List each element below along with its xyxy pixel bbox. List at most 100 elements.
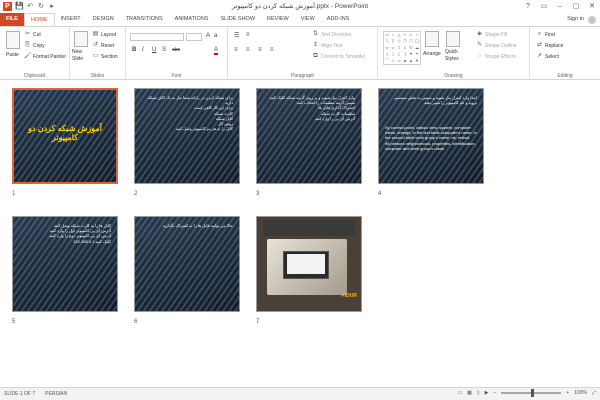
convert-to-smartart-button[interactable]: ⧉ Convert to SmartArt — [312, 53, 365, 60]
paste-button[interactable]: Paste — [6, 52, 19, 58]
normal-view-icon[interactable]: ▭ — [457, 390, 462, 396]
select-button[interactable]: ➚ Select — [536, 53, 559, 60]
slide-thumbnail-3[interactable]: وارد کنترل پنل شوید و بر روی گزینه شبکه … — [256, 88, 362, 184]
find-button[interactable]: ⌕ Find — [536, 31, 555, 38]
tab-transitions[interactable]: TRANSITIONS — [120, 13, 169, 26]
zoom-slider[interactable] — [501, 389, 562, 397]
save-icon[interactable]: 💾 — [15, 3, 24, 11]
grow-font-icon[interactable]: A — [206, 33, 210, 39]
language-indicator[interactable]: PERSIAN — [45, 391, 67, 397]
zoom-out-icon[interactable]: – — [493, 390, 496, 396]
ribbon-display-options-button[interactable]: ▭ — [536, 0, 552, 13]
start-from-beginning-icon[interactable]: ▸ — [48, 3, 56, 11]
shrink-font-icon[interactable]: a — [214, 33, 217, 39]
font-size-input[interactable] — [186, 33, 202, 41]
clipboard-group-label: Clipboard — [23, 73, 46, 79]
tab-home[interactable]: HOME — [24, 13, 55, 26]
font-group-label: Font — [171, 73, 182, 79]
undo-icon[interactable]: ↶ — [26, 3, 34, 11]
tab-view[interactable]: VIEW — [295, 13, 321, 26]
paste-icon[interactable] — [6, 31, 20, 49]
scissors-icon: ✂ — [24, 31, 31, 37]
minimize-button[interactable]: – — [552, 0, 568, 13]
slide-thumbnail-1[interactable]: آموزش شبکه کردن دو کامپیوتر — [12, 88, 118, 184]
help-button[interactable]: ? — [520, 0, 536, 13]
font-color-button[interactable]: A — [214, 47, 219, 55]
copy-button[interactable]: ⎘ Copy — [24, 42, 45, 49]
new-slide-icon[interactable] — [74, 31, 88, 47]
powerpoint-app-icon[interactable]: P — [3, 2, 12, 11]
new-slide-button[interactable]: New — [72, 49, 82, 55]
font-name-input[interactable] — [130, 33, 184, 41]
convert-to-smartart-label: Convert to SmartArt — [321, 53, 366, 60]
title-bar: P 💾 ↶ ↻ ▸ آموزش شبکه کردن دو کامپیوتر.pp… — [0, 0, 600, 13]
reading-view-icon[interactable]: ▯ — [477, 390, 480, 396]
slide-sorter-view: آموزش شبکه کردن دو کامپیوتر 1 برای شبکه … — [0, 80, 600, 387]
text-direction-button[interactable]: ⇅ Text Direction — [312, 31, 351, 38]
tab-slide-show[interactable]: SLIDE SHOW — [214, 13, 261, 26]
cut-button[interactable]: ✂ Cut — [24, 31, 41, 38]
fit-slide-icon[interactable]: ⤢ — [592, 390, 596, 396]
reset-button[interactable]: ↺ Reset — [92, 42, 114, 49]
tab-file[interactable]: FILE — [0, 13, 24, 26]
text-direction-label: Text Direction — [321, 31, 352, 38]
arrange-button[interactable]: Arrange — [423, 51, 441, 57]
sign-in-link[interactable]: Sign in — [567, 16, 584, 22]
tab-insert[interactable]: INSERT — [55, 13, 87, 26]
close-button[interactable]: ✕ — [584, 0, 600, 13]
align-center-icon[interactable]: ≡ — [246, 47, 250, 53]
tab-review[interactable]: REVIEW — [261, 13, 295, 26]
format-painter-label: Format Painter — [33, 53, 67, 60]
pen-outline-icon: ✎ — [476, 42, 483, 48]
slide-thumbnail-7[interactable]: PIDUR — [256, 216, 362, 312]
italic-button[interactable]: I — [142, 47, 144, 53]
slide-thumbnail-5[interactable]: کابل ها را به کارت شبکه وصل کنید آدرس آی… — [12, 216, 118, 312]
site-logo: PIDUR — [341, 293, 357, 299]
slideshow-icon[interactable]: ▶ — [485, 390, 489, 396]
numbering-icon[interactable]: ≡ — [246, 32, 250, 38]
slide-number: 5 — [12, 319, 16, 325]
redo-icon[interactable]: ↻ — [37, 3, 45, 11]
slide-number: 1 — [12, 191, 16, 197]
quick-styles-button[interactable]: Quick — [445, 49, 458, 55]
justify-icon[interactable]: ≡ — [270, 47, 274, 53]
shape-outline-button[interactable]: ✎ Shape Outline — [476, 42, 517, 49]
format-painter-button[interactable]: 🖌 Format Painter — [24, 53, 66, 60]
editing-group-label: Editing — [557, 73, 573, 79]
slide-thumbnail-4[interactable]: ابتدا وارد کنترل پنل شوید و سپس به بخش س… — [378, 88, 484, 184]
replace-button[interactable]: ⇄ Replace — [536, 42, 563, 49]
slide-thumbnail-2[interactable]: برای شبکه کردن در رایانه شما نیاز به یک … — [134, 88, 240, 184]
tab-animations[interactable]: ANIMATIONS — [169, 13, 215, 26]
shape-effects-button[interactable]: ◌ Shape Effects — [476, 53, 516, 60]
account-avatar[interactable] — [588, 16, 596, 24]
shadow-button[interactable]: S — [162, 47, 166, 53]
tab-add-ins[interactable]: ADD-INS — [321, 13, 356, 26]
tab-design[interactable]: DESIGN — [87, 13, 120, 26]
underline-button[interactable]: U — [152, 47, 156, 53]
strikethrough-button[interactable]: abc — [172, 47, 180, 53]
ribbon: Paste ✂ Cut ⎘ Copy 🖌 Format Painter Clipboa… — [0, 26, 600, 80]
layout-button[interactable]: ▤ Layout — [92, 31, 116, 38]
slide-body-text: برای شبکه کردن در رایانه شما نیاز به یک … — [147, 95, 233, 132]
slide-thumbnail-6[interactable]: حالا می توانید فایل ها را به اشتراک بگذا… — [134, 216, 240, 312]
shape-fill-button[interactable]: ◈ Shape Fill — [476, 31, 507, 38]
quick-styles-button-line2[interactable]: Styles — [445, 56, 459, 62]
align-text-button[interactable]: ⇕ Align Text — [312, 42, 343, 49]
align-left-icon[interactable]: ≡ — [234, 47, 238, 53]
shapes-gallery[interactable]: ▭ ○ △ ⌐ ▷ ☆ ╲ ▯ ◇ ⬠ ⬡ ◯ ⇨ ⇦ ⇧ ⇩ ↻ ☁ {}[] ♥ ✦ ⌒ ∿ ▱ ▰ ▲ ▼ — [383, 31, 421, 65]
bold-button[interactable]: B — [132, 47, 136, 53]
paragraph-group-label: Paragraph — [290, 73, 315, 79]
slide-title: آموزش شبکه کردن دو کامپیوتر — [28, 124, 102, 142]
align-right-icon[interactable]: ≡ — [258, 47, 262, 53]
bullets-icon[interactable]: ☰ — [234, 32, 239, 39]
zoom-slider-thumb[interactable] — [531, 389, 535, 397]
align-text-label: Align Text — [321, 42, 343, 49]
arrange-icon[interactable] — [425, 31, 439, 47]
slide-sorter-icon[interactable]: ▦ — [467, 390, 472, 396]
section-button[interactable]: ▭ Section — [92, 53, 118, 60]
maximize-button[interactable]: ▢ — [568, 0, 584, 13]
zoom-level[interactable]: 100% — [574, 390, 587, 396]
new-slide-button-line2[interactable]: Slide — [72, 56, 83, 62]
quick-styles-icon[interactable] — [446, 31, 460, 47]
zoom-in-icon[interactable]: + — [566, 390, 569, 396]
